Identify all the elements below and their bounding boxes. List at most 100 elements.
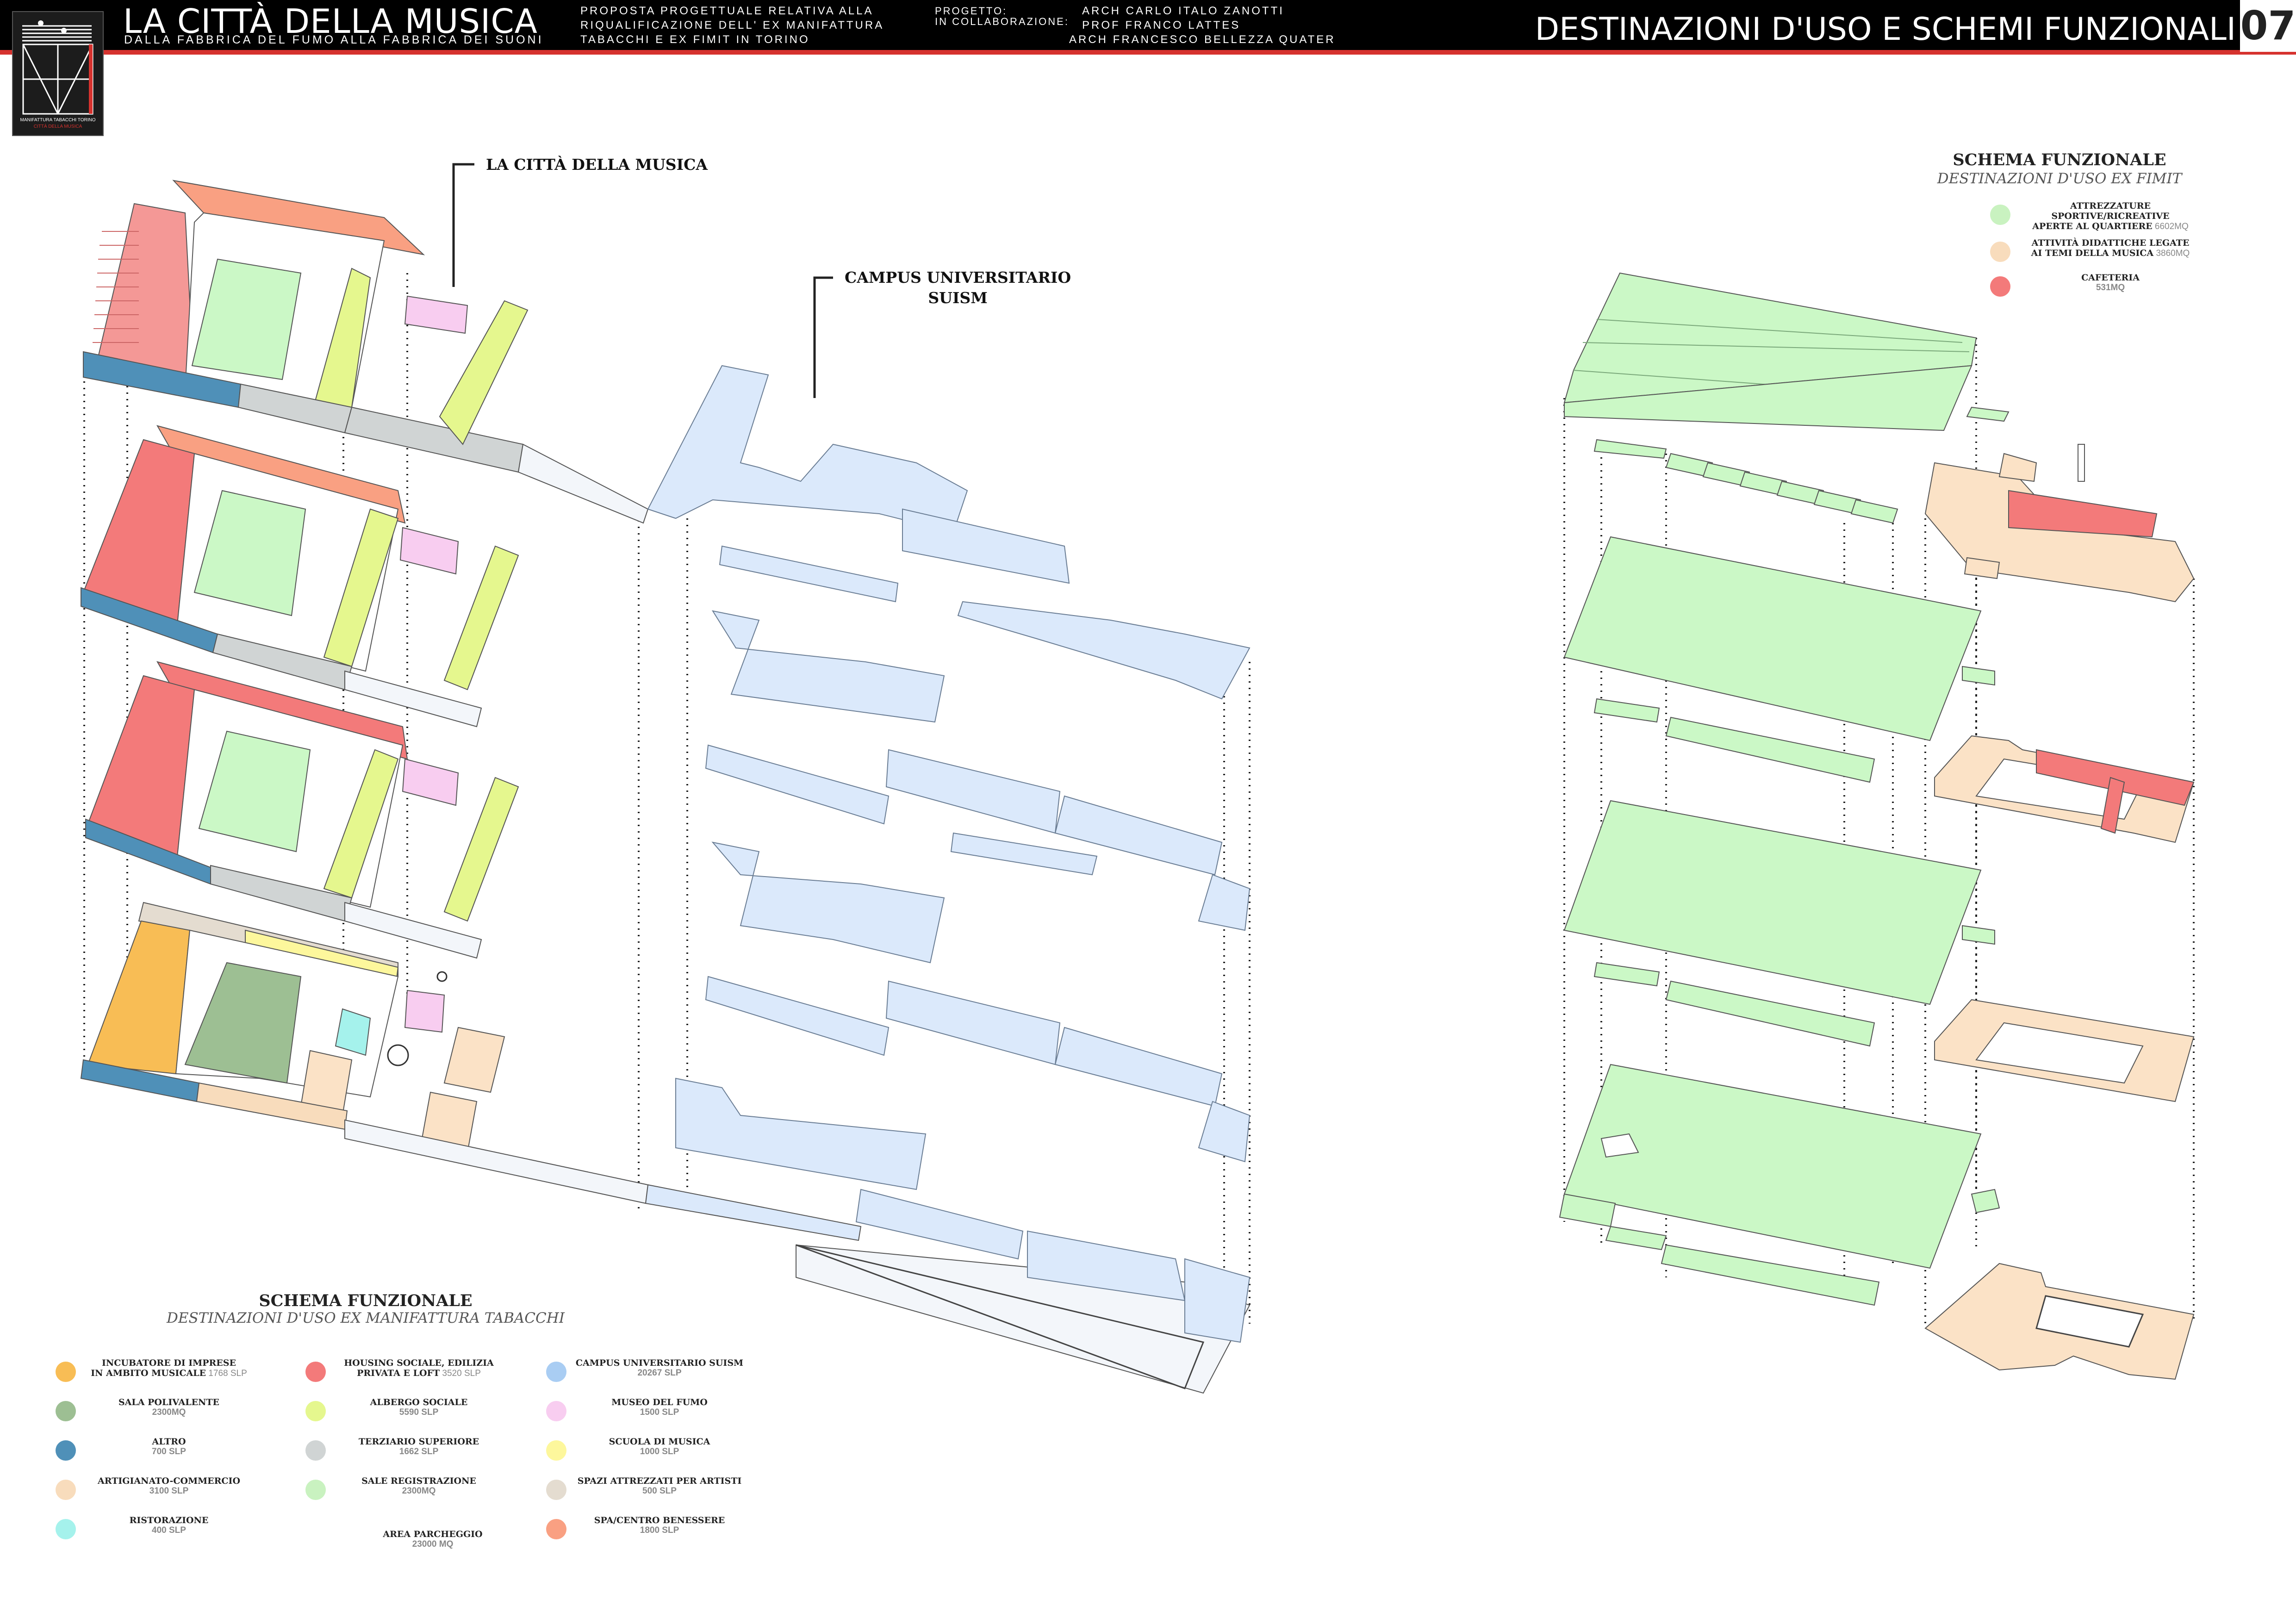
legend-swatch: [546, 1519, 566, 1539]
header-description: PROPOSTA PROGETTUALE RELATIVA ALLA RIQUA…: [580, 4, 884, 47]
legend-label-line: HOUSING SOCIALE, EDILIZIA: [344, 1358, 494, 1368]
header-red-line: [0, 50, 2296, 55]
logo: MANIFATTURA TABACCHI TORINO CITTÀ DELLA …: [12, 11, 104, 136]
legend-item-campus: CAMPUS UNIVERSITARIO SUISM 20267 SLP: [546, 1356, 750, 1393]
section-title: DESTINAZIONI D'USO E SCHEMI FUNZIONALI: [1535, 11, 2236, 48]
legend-label-line: RISTORAZIONE: [129, 1515, 209, 1525]
legend-label: CAMPUS UNIVERSITARIO SUISM 20267 SLP: [569, 1358, 750, 1378]
header-name: ARCH CARLO ITALO ZANOTTI: [1082, 5, 1284, 17]
legend-value: 23000 MQ: [412, 1539, 454, 1549]
legend-label: ALTRO 700 SLP: [79, 1437, 259, 1457]
legend-item-ristorazione: RISTORAZIONE 400 SLP: [56, 1513, 259, 1550]
legend-item-spazi-artisti: SPAZI ATTREZZATI PER ARTISTI 500 SLP: [546, 1474, 750, 1511]
logo-caption-red: CITTÀ DELLA MUSICA: [33, 124, 82, 129]
legend-swatch: [305, 1440, 326, 1461]
legend-label-line: SALA POLIVALENTE: [118, 1397, 220, 1407]
legend-label-line: AI TEMI DELLA MUSICA 3860MQ: [2031, 248, 2190, 258]
legend-label: AREA PARCHEGGIO 23000 MQ: [356, 1529, 509, 1550]
logo-caption: MANIFATTURA TABACCHI TORINO: [20, 118, 96, 123]
legend-label: SPAZI ATTREZZATI PER ARTISTI 500 SLP: [569, 1476, 750, 1496]
legend-swatch: [546, 1362, 566, 1382]
legend-value: 2300MQ: [402, 1486, 436, 1496]
schema-right-subtitle: DESTINAZIONI D'USO EX FIMIT: [1937, 170, 2182, 187]
legend-swatch: [1990, 276, 2010, 297]
page-number: 07: [2240, 0, 2296, 52]
legend-label: RISTORAZIONE 400 SLP: [79, 1515, 259, 1536]
legend-value: 6602MQ: [2152, 222, 2189, 231]
legend-item-housing: HOUSING SOCIALE, EDILIZIA PRIVATA E LOFT …: [305, 1356, 509, 1393]
legend-label: INCUBATORE DI IMPRESE IN AMBITO MUSICALE …: [79, 1358, 259, 1379]
legend-label-line: SALE REGISTRAZIONE: [361, 1476, 476, 1486]
legend-value: 3520 SLP: [440, 1369, 481, 1378]
legend-swatch: [56, 1440, 76, 1461]
legend-value: 1768 SLP: [206, 1369, 247, 1378]
header-name: ARCH FRANCESCO BELLEZZA QUATER: [1069, 33, 1336, 46]
callout-line-citta: [452, 163, 474, 287]
legend-label-line: ATTIVITÀ DIDATTICHE LEGATE: [2031, 238, 2190, 248]
callout-citta-musica: LA CITTÀ DELLA MUSICA: [486, 156, 708, 174]
legend-item-attrezzature: ATTREZZATURE SPORTIVE/RICREATIVE APERTE A…: [1990, 199, 2208, 236]
header-collab-label: IN COLLABORAZIONE:: [935, 16, 1069, 27]
legend-item-altro: ALTRO 700 SLP: [56, 1435, 259, 1472]
legend-value: 400 SLP: [152, 1525, 186, 1535]
header-description-line: TABACCHI E EX FIMIT IN TORINO: [580, 33, 810, 46]
legend-swatch: [305, 1480, 326, 1500]
callout-campus-line: SUISM: [928, 289, 988, 307]
legend-label-line: APERTE AL QUARTIERE 6602MQ: [2032, 221, 2189, 231]
legend-label: SPA/CENTRO BENESSERE 1800 SLP: [569, 1515, 750, 1536]
legend-value: 1800 SLP: [640, 1525, 679, 1535]
legend-value: 1000 SLP: [640, 1447, 679, 1456]
legend-swatch: [56, 1480, 76, 1500]
schema-left-title: SCHEMA FUNZIONALE: [259, 1291, 473, 1310]
legend-swatch: [305, 1401, 326, 1421]
legend-label-line: INCUBATORE DI IMPRESE: [102, 1358, 236, 1368]
legend-label: SCUOLA DI MUSICA 1000 SLP: [569, 1437, 750, 1457]
legend-label-line: MUSEO DEL FUMO: [611, 1397, 708, 1407]
legend-label-line: CAFETERIA: [2081, 273, 2140, 283]
legend-label-line: AREA PARCHEGGIO: [383, 1529, 483, 1539]
legend-item-sala-polivalente: SALA POLIVALENTE 2300MQ: [56, 1395, 259, 1432]
header-project-labels: PROGETTO: IN COLLABORAZIONE:: [935, 4, 1069, 29]
legend-label-line: ALTRO: [152, 1437, 186, 1447]
legend-swatch: [1990, 205, 2010, 225]
header-name: PROF FRANCO LATTES: [1082, 19, 1241, 31]
legend-item-albergo: ALBERGO SOCIALE 5590 SLP: [305, 1395, 509, 1432]
legend-item-scuola: SCUOLA DI MUSICA 1000 SLP: [546, 1435, 750, 1472]
legend-label: ALBERGO SOCIALE 5590 SLP: [329, 1397, 509, 1418]
callout-campus-line: CAMPUS UNIVERSITARIO: [845, 268, 1071, 286]
legend-item-parcheggio: AREA PARCHEGGIO 23000 MQ: [333, 1527, 509, 1564]
legend-label-line: SPA/CENTRO BENESSERE: [594, 1515, 725, 1525]
legend-label: SALE REGISTRAZIONE 2300MQ: [329, 1476, 509, 1496]
legend-item-sale-registrazione: SALE REGISTRAZIONE 2300MQ: [305, 1474, 509, 1511]
legend-label-line: SCUOLA DI MUSICA: [609, 1437, 710, 1447]
legend-swatch: [56, 1401, 76, 1421]
legend-item-attivita: ATTIVITÀ DIDATTICHE LEGATE AI TEMI DELLA …: [1990, 236, 2208, 273]
header-description-line: PROPOSTA PROGETTUALE RELATIVA ALLA: [580, 5, 874, 17]
legend-item-spa: SPA/CENTRO BENESSERE 1800 SLP: [546, 1513, 750, 1550]
header-subtitle: DALLA FABBRICA DEL FUMO ALLA FABBRICA DE…: [124, 33, 544, 46]
legend-value: 5590 SLP: [399, 1407, 439, 1417]
legend-value: 1662 SLP: [399, 1447, 439, 1456]
legend-item-museo: MUSEO DEL FUMO 1500 SLP: [546, 1395, 750, 1432]
header-description-line: RIQUALIFICAZIONE DELL' EX MANIFATTURA: [580, 19, 884, 31]
legend-label: CAFETERIA 531MQ: [2013, 273, 2208, 293]
legend-label: ATTIVITÀ DIDATTICHE LEGATE AI TEMI DELLA …: [2013, 238, 2208, 259]
legend-value: 3860MQ: [2153, 249, 2190, 258]
legend-item-cafeteria: CAFETERIA 531MQ: [1990, 271, 2208, 308]
legend-label-line: ALBERGO SOCIALE: [370, 1397, 468, 1407]
legend-label-line: ARTIGIANATO-COMMERCIO: [98, 1476, 240, 1486]
legend-label-line: IN AMBITO MUSICALE 1768 SLP: [91, 1368, 247, 1378]
legend-swatch: [56, 1362, 76, 1382]
legend-swatch: [1990, 242, 2010, 262]
legend-label-line: CAMPUS UNIVERSITARIO SUISM: [575, 1358, 744, 1368]
legend-item-terziario: TERZIARIO SUPERIORE 1662 SLP: [305, 1435, 509, 1472]
schema-left-subtitle: DESTINAZIONI D'USO EX MANIFATTURA TABACC…: [166, 1310, 565, 1326]
campus-stack: [647, 365, 1251, 1389]
legend-value: 500 SLP: [642, 1486, 677, 1496]
legend-swatch: [546, 1480, 566, 1500]
legend-swatch: [305, 1362, 326, 1382]
legend-value: 700 SLP: [152, 1447, 186, 1456]
header-names: ARCH CARLO ITALO ZANOTTI PROF FRANCO LAT…: [1069, 4, 1336, 47]
legend-value: 3100 SLP: [149, 1486, 189, 1496]
legend-label: MUSEO DEL FUMO 1500 SLP: [569, 1397, 750, 1418]
